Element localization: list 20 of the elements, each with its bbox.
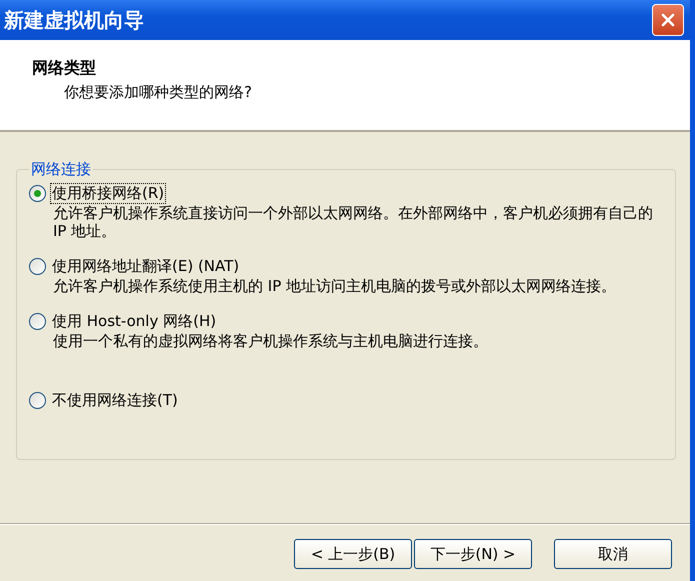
option-description: 使用一个私有的虚拟网络将客户机操作系统与主机电脑进行连接。 — [53, 332, 489, 350]
option-label[interactable]: 使用网络地址翻译(E) (NAT) — [50, 256, 242, 277]
option-label[interactable]: 使用 Host-only 网络(H) — [50, 311, 218, 332]
page-subtitle: 你想要添加哪种类型的网络? — [64, 83, 253, 102]
close-icon — [660, 12, 676, 28]
cancel-button[interactable]: 取消 — [554, 539, 672, 569]
option-label[interactable]: 不使用网络连接(T) — [50, 390, 180, 411]
group-title: 网络连接 — [30, 160, 92, 179]
radio-button[interactable] — [29, 313, 46, 330]
back-button[interactable]: < 上一步(B) — [294, 539, 412, 569]
next-button[interactable]: 下一步(N) > — [414, 539, 532, 569]
radio-button[interactable] — [29, 258, 46, 275]
option-description: 允许客户机操作系统直接访问一个外部以太网网络。在外部网络中，客户机必须拥有自己的 IP 地址。 — [53, 204, 654, 240]
radio-button[interactable] — [29, 185, 46, 202]
window-title: 新建虚拟机向导 — [4, 6, 144, 34]
close-button[interactable] — [652, 4, 684, 36]
radio-button[interactable] — [29, 392, 46, 409]
option-label[interactable]: 使用桥接网络(R) — [50, 183, 166, 204]
page-heading: 网络类型 — [32, 58, 97, 79]
option-description: 允许客户机操作系统使用主机的 IP 地址访问主机电脑的拨号或外部以太网网络连接。 — [53, 277, 618, 295]
